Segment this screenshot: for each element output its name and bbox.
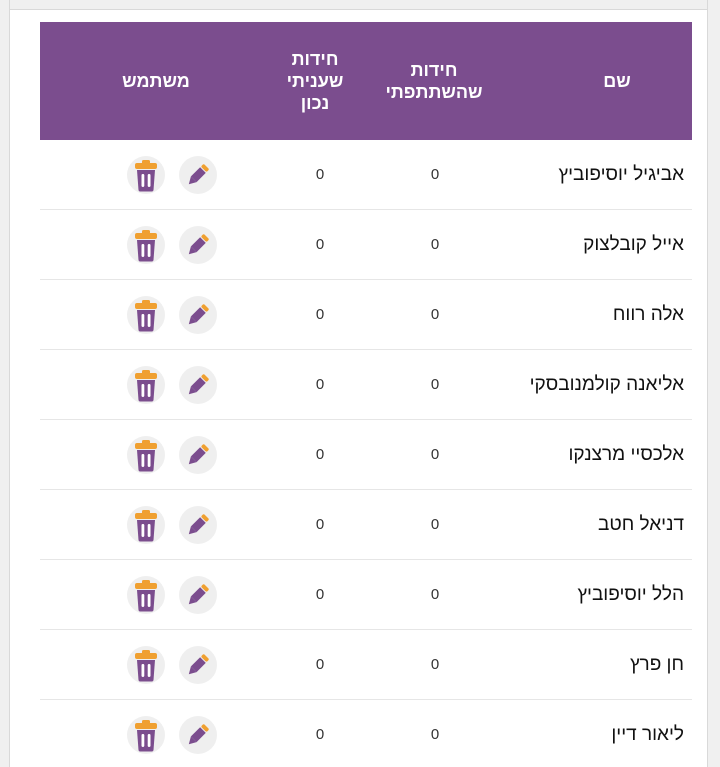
correct-count-cell: 0	[315, 726, 325, 743]
table-row: אלכסיי מרצנקו 0 0	[40, 420, 692, 490]
trash-icon	[127, 296, 165, 334]
correct-count-cell: 0	[315, 446, 325, 463]
pencil-icon	[188, 654, 209, 675]
trash-icon	[127, 716, 165, 754]
window-scrollbar[interactable]	[707, 0, 720, 767]
delete-user-button[interactable]	[127, 576, 165, 614]
table-header: שם חידות שהשתתפתי חידות שעניתי נכון משתמ…	[40, 22, 692, 140]
edit-user-button[interactable]	[179, 366, 217, 404]
trash-icon	[127, 226, 165, 264]
participated-count-cell: 0	[430, 516, 440, 533]
correct-count-cell: 0	[315, 376, 325, 393]
participated-count-cell: 0	[430, 656, 440, 673]
participated-count-cell: 0	[430, 236, 440, 253]
correct-count-cell: 0	[315, 236, 325, 253]
participated-count-cell: 0	[430, 726, 440, 743]
trash-icon	[127, 436, 165, 474]
edit-user-button[interactable]	[179, 226, 217, 264]
delete-user-button[interactable]	[127, 226, 165, 264]
pencil-icon	[188, 724, 209, 745]
delete-user-button[interactable]	[127, 716, 165, 754]
user-name-cell: אליאנה קולמנובסקי	[529, 373, 684, 395]
pencil-icon	[188, 444, 209, 465]
correct-count-cell: 0	[315, 516, 325, 533]
delete-user-button[interactable]	[127, 366, 165, 404]
edit-user-button[interactable]	[179, 646, 217, 684]
participated-count-cell: 0	[430, 586, 440, 603]
table-row: הלל יוסיפוביץ 0 0	[40, 560, 692, 630]
user-name-cell: דניאל חטב	[597, 513, 684, 535]
table-row: אייל קובלצוק 0 0	[40, 210, 692, 280]
delete-user-button[interactable]	[127, 296, 165, 334]
pencil-icon	[188, 164, 209, 185]
correct-count-cell: 0	[315, 306, 325, 323]
trash-icon	[127, 576, 165, 614]
correct-count-cell: 0	[315, 586, 325, 603]
user-name-cell: אלכסיי מרצנקו	[568, 443, 684, 465]
user-name-cell: חן פרץ	[629, 653, 684, 675]
table-body: אביגיל יוסיפוביץ 0 0 אייל קובלצוק 0 0 אל…	[40, 140, 692, 767]
column-header-user: משתמש	[122, 71, 190, 91]
user-name-cell: ליאור דיין	[611, 723, 684, 745]
participated-count-cell: 0	[430, 446, 440, 463]
user-name-cell: אביגיל יוסיפוביץ	[558, 163, 684, 185]
table-row: אביגיל יוסיפוביץ 0 0	[40, 140, 692, 210]
table-row: אליאנה קולמנובסקי 0 0	[40, 350, 692, 420]
table-row: דניאל חטב 0 0	[40, 490, 692, 560]
edit-user-button[interactable]	[179, 436, 217, 474]
pencil-icon	[188, 374, 209, 395]
table-row: ליאור דיין 0 0	[40, 700, 692, 767]
participated-count-cell: 0	[430, 306, 440, 323]
pencil-icon	[188, 514, 209, 535]
users-table: שם חידות שהשתתפתי חידות שעניתי נכון משתמ…	[40, 22, 692, 767]
participated-count-cell: 0	[430, 376, 440, 393]
edit-user-button[interactable]	[179, 156, 217, 194]
pencil-icon	[188, 234, 209, 255]
edit-user-button[interactable]	[179, 716, 217, 754]
table-row: חן פרץ 0 0	[40, 630, 692, 700]
correct-count-cell: 0	[315, 656, 325, 673]
edit-user-button[interactable]	[179, 576, 217, 614]
column-header-correct: חידות שעניתי נכון	[286, 49, 344, 113]
delete-user-button[interactable]	[127, 506, 165, 544]
edit-user-button[interactable]	[179, 296, 217, 334]
trash-icon	[127, 506, 165, 544]
window-left-gutter	[0, 0, 10, 767]
trash-icon	[127, 156, 165, 194]
user-name-cell: אייל קובלצוק	[583, 233, 684, 255]
trash-icon	[127, 646, 165, 684]
pencil-icon	[188, 304, 209, 325]
user-name-cell: אלה רווח	[612, 303, 684, 325]
table-row: אלה רווח 0 0	[40, 280, 692, 350]
user-name-cell: הלל יוסיפוביץ	[577, 583, 684, 605]
correct-count-cell: 0	[315, 166, 325, 183]
edit-user-button[interactable]	[179, 506, 217, 544]
column-header-name: שם	[603, 71, 631, 91]
delete-user-button[interactable]	[127, 436, 165, 474]
delete-user-button[interactable]	[127, 156, 165, 194]
delete-user-button[interactable]	[127, 646, 165, 684]
pencil-icon	[188, 584, 209, 605]
trash-icon	[127, 366, 165, 404]
window-top-bar	[0, 0, 720, 10]
column-header-participated: חידות שהשתתפתי	[385, 60, 483, 102]
participated-count-cell: 0	[430, 166, 440, 183]
